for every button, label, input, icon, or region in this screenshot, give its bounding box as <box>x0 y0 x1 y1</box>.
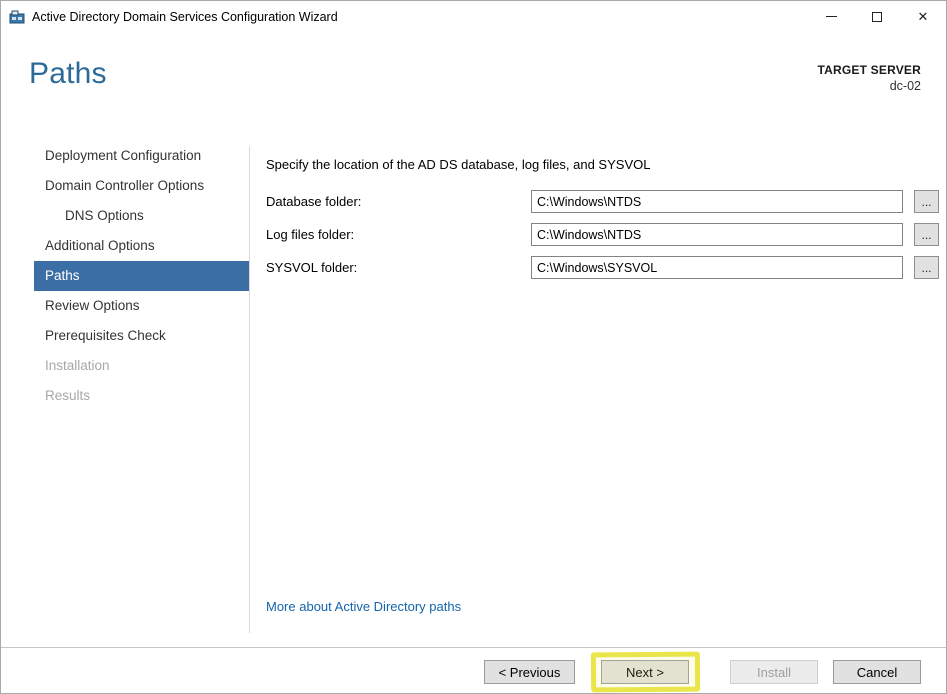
more-about-paths-link[interactable]: More about Active Directory paths <box>266 599 461 614</box>
target-server-name: dc-02 <box>889 79 921 93</box>
wizard-steps-sidebar: Deployment Configuration Domain Controll… <box>34 141 249 411</box>
sidebar-item-additional-options[interactable]: Additional Options <box>34 231 249 261</box>
sidebar-item-paths[interactable]: Paths <box>34 261 249 291</box>
sysvol-folder-browse-button[interactable]: ... <box>914 256 939 279</box>
minimize-icon <box>825 16 837 17</box>
maximize-icon <box>872 11 882 22</box>
install-button: Install <box>730 660 818 684</box>
log-files-folder-browse-button[interactable]: ... <box>914 223 939 246</box>
app-icon <box>9 9 25 25</box>
log-files-folder-row: Log files folder: ... <box>266 223 942 247</box>
database-folder-input[interactable] <box>531 190 903 213</box>
close-icon: ✕ <box>917 9 929 24</box>
cancel-button[interactable]: Cancel <box>833 660 921 684</box>
sidebar-item-dns-options[interactable]: DNS Options <box>34 201 249 231</box>
minimize-button[interactable] <box>808 1 854 32</box>
database-folder-browse-button[interactable]: ... <box>914 190 939 213</box>
sidebar-item-installation: Installation <box>45 358 110 373</box>
sidebar-item-review-options[interactable]: Review Options <box>34 291 249 321</box>
titlebar: Active Directory Domain Services Configu… <box>1 1 946 32</box>
target-server-label: TARGET SERVER <box>817 63 921 77</box>
sysvol-folder-label: SYSVOL folder: <box>266 260 358 275</box>
close-button[interactable]: ✕ <box>900 1 946 32</box>
database-folder-label: Database folder: <box>266 194 362 209</box>
footer-separator <box>1 647 946 648</box>
sidebar-item-deployment-configuration[interactable]: Deployment Configuration <box>34 141 249 171</box>
log-files-folder-input[interactable] <box>531 223 903 246</box>
instruction-text: Specify the location of the AD DS databa… <box>266 157 651 172</box>
sysvol-folder-row: SYSVOL folder: ... <box>266 256 942 280</box>
sysvol-folder-input[interactable] <box>531 256 903 279</box>
sidebar-item-results: Results <box>45 388 91 403</box>
page-title: Paths <box>29 57 107 90</box>
database-folder-row: Database folder: ... <box>266 190 942 214</box>
sidebar-item-domain-controller-options[interactable]: Domain Controller Options <box>34 171 249 201</box>
target-server-block: TARGET SERVER dc-02 <box>817 63 921 93</box>
sidebar-item-prerequisites-check[interactable]: Prerequisites Check <box>34 321 249 351</box>
log-files-folder-label: Log files folder: <box>266 227 355 242</box>
maximize-button[interactable] <box>854 1 900 32</box>
window-title: Active Directory Domain Services Configu… <box>32 9 338 24</box>
previous-button[interactable]: < Previous <box>484 660 575 684</box>
sidebar-divider <box>249 146 250 633</box>
next-button[interactable]: Next > <box>601 660 689 684</box>
window-controls: ✕ <box>808 1 946 32</box>
wizard-window: Active Directory Domain Services Configu… <box>0 0 947 694</box>
